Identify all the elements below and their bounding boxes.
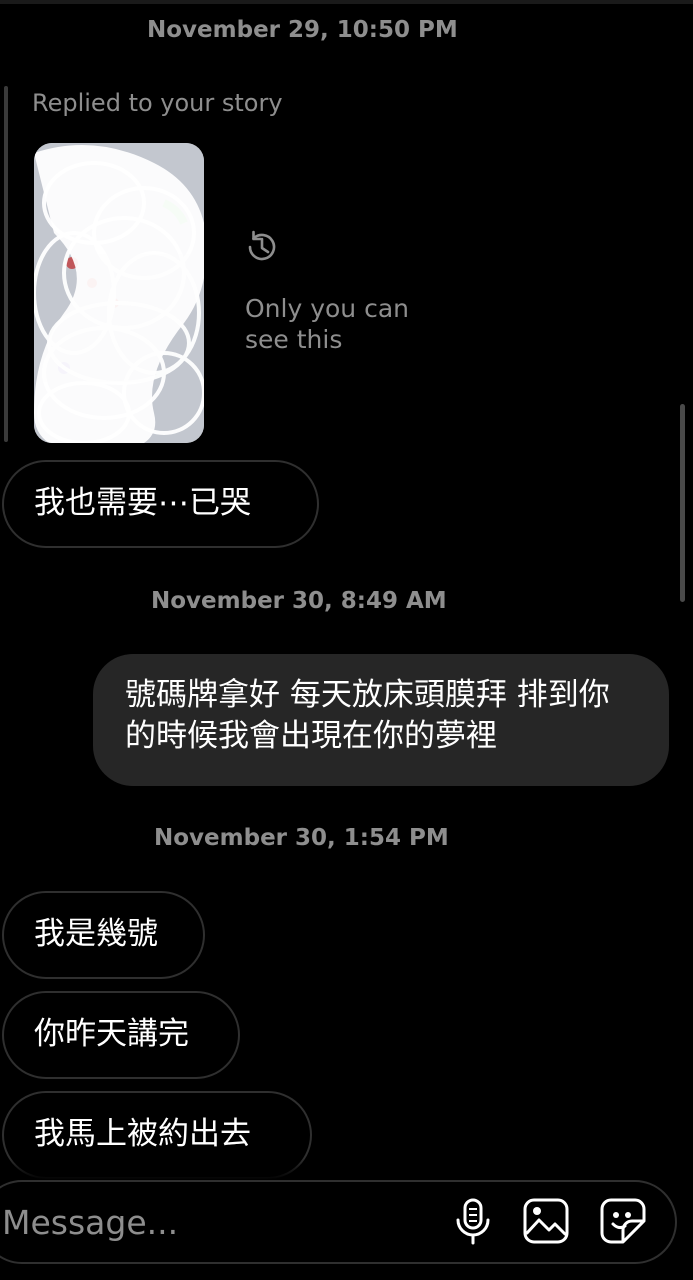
scrollbar[interactable]	[680, 404, 685, 602]
reply-indicator-bar	[4, 86, 8, 442]
message-bubble-incoming[interactable]: 我也需要⋯已哭	[2, 460, 319, 548]
top-divider	[0, 0, 693, 4]
message-bubble-outgoing[interactable]: 號碼牌拿好 每天放床頭膜拜 排到你的時候我會出現在你的夢裡	[93, 654, 669, 786]
message-bubble-incoming[interactable]: 你昨天講完	[2, 991, 240, 1079]
scroll-fade	[0, 1158, 693, 1180]
only-you-can-see-notice: Only you can see this	[245, 294, 410, 354]
sticker-icon[interactable]	[598, 1196, 648, 1246]
microphone-icon[interactable]	[448, 1196, 498, 1246]
message-bubble-incoming[interactable]: 我是幾號	[2, 891, 205, 979]
story-reply-label: Replied to your story	[32, 89, 283, 117]
timestamp: November 30, 1:54 PM	[154, 825, 449, 851]
history-icon	[243, 228, 281, 266]
timestamp: November 30, 8:49 AM	[151, 588, 447, 614]
message-input[interactable]	[2, 1198, 302, 1246]
image-icon[interactable]	[521, 1196, 571, 1246]
story-thumbnail[interactable]	[34, 143, 204, 443]
timestamp: November 29, 10:50 PM	[147, 17, 458, 43]
